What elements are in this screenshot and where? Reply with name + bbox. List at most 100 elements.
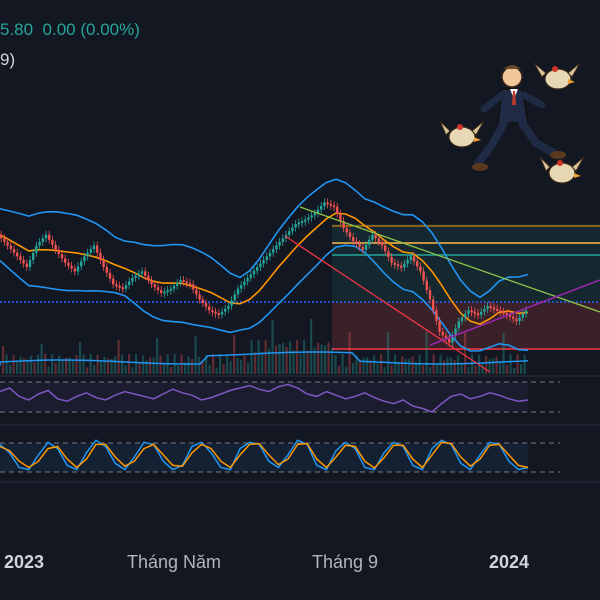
candle-body [217, 313, 220, 316]
volume-bar [509, 354, 512, 374]
volume-bar [460, 363, 463, 374]
volume-bar [257, 340, 260, 374]
volume-bar [5, 354, 8, 374]
volume-bar [19, 356, 22, 374]
candle-body [272, 249, 275, 253]
candle-body [160, 290, 163, 293]
candle-body [371, 234, 374, 240]
candle-body [252, 270, 256, 275]
candle-body [22, 259, 25, 264]
volume-bar [376, 363, 379, 374]
candle-body [198, 294, 201, 300]
volume-bar [75, 355, 78, 374]
candle-body [348, 232, 352, 237]
volume-bar [422, 365, 425, 374]
candle-body [304, 219, 307, 222]
candle-body [118, 285, 121, 288]
candle-body [176, 282, 179, 286]
candle-body [70, 265, 73, 269]
running-man-with-chickens-icon [440, 62, 585, 184]
volume-bar [96, 354, 99, 374]
candle-body [185, 281, 188, 284]
volume-bar [303, 340, 306, 374]
candle-body [281, 238, 284, 242]
volume-bar [292, 350, 295, 374]
candle-body [192, 284, 195, 290]
volume-bar [170, 366, 173, 374]
candle-body [374, 234, 377, 239]
candle-body [467, 310, 470, 314]
volume-bar [275, 345, 278, 374]
volume-bar [30, 355, 33, 374]
candle-body [230, 300, 233, 306]
x-axis-label-may: Tháng Năm [127, 552, 222, 572]
volume-bar [254, 352, 257, 374]
volume-bar [264, 340, 267, 374]
volume-bar [383, 367, 386, 374]
volume-bar [334, 354, 337, 374]
candle-body [496, 308, 499, 311]
volume-bar [201, 361, 204, 374]
volume-bar [33, 362, 36, 374]
volume-bar [404, 358, 407, 374]
candle-body [25, 263, 28, 268]
candle-body [473, 311, 476, 314]
volume-bar [373, 355, 376, 374]
candle-body [419, 266, 422, 272]
rsi-panel [0, 381, 560, 413]
volume-bar [12, 355, 15, 374]
candle-body [320, 206, 323, 210]
volume-bar [296, 340, 299, 374]
volume-bar [520, 364, 523, 374]
candle-body [470, 310, 473, 313]
volume-bar [320, 344, 323, 374]
volume-bar [54, 362, 57, 374]
candle-body [60, 254, 64, 259]
volume-bar [222, 364, 225, 374]
volume-bar [156, 338, 159, 374]
candle-body [358, 244, 361, 247]
volume-bar [58, 355, 61, 374]
candle-body [169, 288, 172, 291]
candle-body [448, 339, 451, 343]
candle-body [310, 215, 313, 218]
volume-bar [474, 365, 477, 374]
volume-bar [285, 346, 288, 374]
volume-bar [446, 357, 449, 374]
volume-bar [2, 346, 5, 374]
candle-body [140, 271, 144, 274]
candle-body [147, 275, 150, 281]
candle-body [425, 280, 428, 291]
volume-bar [131, 367, 134, 374]
volume-bar [61, 359, 64, 374]
volume-bar [380, 354, 383, 374]
candle-body [387, 251, 390, 257]
volume-bar [282, 342, 285, 374]
candle-body [156, 287, 160, 291]
volume-bar [212, 354, 215, 374]
candle-body [515, 318, 518, 322]
candle-body [441, 331, 444, 336]
change-absolute: 0.00 [42, 20, 76, 39]
candle-body [153, 284, 156, 288]
candle-body [300, 221, 304, 224]
candle-body [294, 223, 297, 228]
candle-body [438, 321, 441, 332]
candle-body [256, 267, 259, 271]
volume-bar [523, 355, 526, 374]
candle-body [112, 278, 115, 285]
volume-bar [352, 363, 355, 374]
volume-bar [327, 342, 330, 374]
indicator-legend: 9) [0, 50, 16, 69]
volume-bar [240, 359, 243, 374]
candle-body [240, 285, 243, 289]
candle-body [275, 245, 278, 250]
volume-bar [128, 354, 131, 374]
volume-bar [394, 354, 397, 374]
candle-body [313, 213, 316, 216]
volume-bar [226, 355, 229, 374]
candle-body [131, 277, 134, 282]
candle-body [502, 311, 505, 314]
volume-bar [450, 357, 453, 374]
volume-bar [436, 363, 439, 374]
